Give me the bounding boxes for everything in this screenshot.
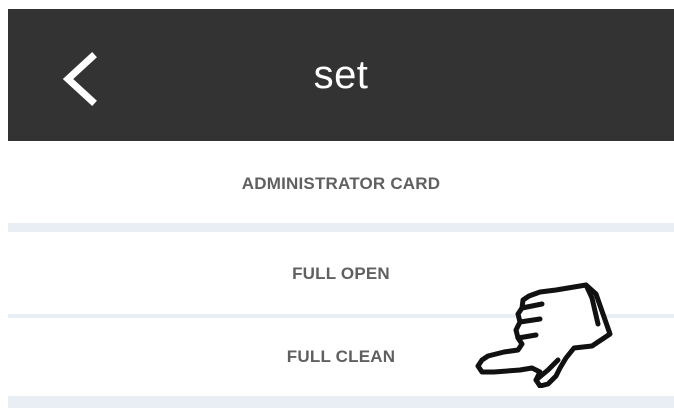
pointing-hand-icon <box>475 282 613 388</box>
back-button[interactable] <box>52 49 112 109</box>
top-bar: set <box>8 9 674 141</box>
menu-item-administrator-card[interactable]: ADMINISTRATOR CARD <box>8 141 674 223</box>
app-screen: set ADMINISTRATOR CARD FULL OPEN FULL CL… <box>0 0 674 408</box>
chevron-left-icon <box>62 52 97 106</box>
divider <box>8 396 674 408</box>
divider <box>8 223 674 232</box>
